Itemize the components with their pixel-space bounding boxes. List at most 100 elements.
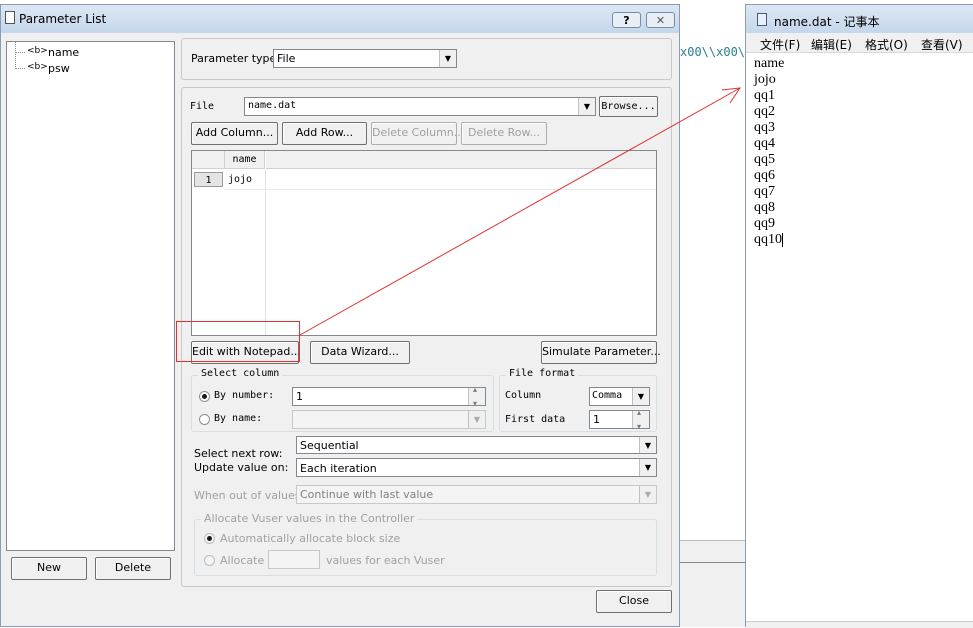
notepad-title: name.dat - 记事本 bbox=[774, 15, 880, 29]
help-icon: ? bbox=[623, 14, 630, 27]
chevron-down-icon: ▼ bbox=[439, 50, 456, 67]
out-of-values-label: When out of values: bbox=[194, 489, 305, 502]
dialog-close-button[interactable]: ✕ bbox=[646, 12, 675, 28]
auto-allocate-label: Automatically allocate block size bbox=[220, 532, 401, 545]
parameter-tree[interactable]: <b> name <b> psw bbox=[6, 41, 175, 551]
chevron-down-icon: ▼ bbox=[468, 411, 485, 428]
delete-button[interactable]: Delete bbox=[95, 557, 171, 580]
text-line: jojo bbox=[754, 72, 776, 87]
by-number-radio[interactable] bbox=[199, 391, 210, 402]
update-value-label: Update value on: bbox=[194, 461, 289, 474]
notepad-menu-bar: 文件(F) 编辑(E) 格式(O) 查看(V) bbox=[746, 33, 973, 53]
grid-header-rest bbox=[266, 151, 656, 169]
close-icon: ✕ bbox=[655, 14, 666, 27]
select-next-row-label: Select next row: bbox=[194, 447, 283, 460]
tree-item-label: psw bbox=[48, 62, 70, 75]
notepad-window: name.dat - 记事本 文件(F) 编辑(E) 格式(O) 查看(V) n… bbox=[745, 4, 973, 628]
by-name-label: By name: bbox=[214, 413, 263, 424]
by-name-select[interactable]: ▼ bbox=[292, 410, 486, 429]
file-format-title: File format bbox=[506, 368, 579, 379]
spinner-arrows[interactable] bbox=[632, 408, 649, 431]
delete-column-button[interactable]: Delete Column... bbox=[371, 122, 464, 145]
text-line: qq1 bbox=[754, 88, 775, 103]
dialog-title-bar: Parameter List ? ✕ bbox=[1, 5, 679, 33]
annotation-highlight-box bbox=[176, 321, 300, 362]
parameter-list-dialog: Parameter List ? ✕ <b> name <b> psw New … bbox=[0, 4, 680, 627]
notepad-app-icon bbox=[757, 13, 767, 26]
text-line: name bbox=[754, 56, 785, 71]
chevron-down-icon: ▼ bbox=[578, 98, 595, 115]
text-cursor bbox=[782, 232, 783, 247]
allocate-count-input[interactable] bbox=[268, 550, 320, 569]
update-value-select[interactable]: Each iteration ▼ bbox=[296, 458, 657, 477]
data-grid[interactable]: name 1 jojo bbox=[191, 150, 657, 336]
manual-allocate-label: Allocate bbox=[220, 554, 265, 567]
grid-cell[interactable]: jojo bbox=[228, 172, 252, 187]
select-next-row-select[interactable]: Sequential ▼ bbox=[296, 436, 657, 454]
grid-corner bbox=[192, 151, 225, 169]
menu-format[interactable]: 格式(O) bbox=[865, 36, 908, 53]
column-format-select[interactable]: Comma ▼ bbox=[589, 387, 650, 406]
by-number-label: By number: bbox=[214, 390, 275, 401]
file-path-select[interactable]: name.dat ▼ bbox=[244, 97, 596, 116]
spinner-arrows[interactable] bbox=[468, 385, 485, 408]
column-format-label: Column bbox=[505, 390, 542, 401]
text-line: qq10 bbox=[754, 232, 782, 247]
data-wizard-button[interactable]: Data Wizard... bbox=[310, 341, 410, 364]
tree-param-icon: <b> bbox=[27, 62, 48, 72]
text-line: qq7 bbox=[754, 184, 775, 199]
notepad-title-bar: name.dat - 记事本 bbox=[746, 5, 973, 33]
first-data-input[interactable]: 1 bbox=[589, 408, 650, 431]
first-data-label: First data bbox=[505, 414, 566, 425]
notepad-text-area[interactable]: name jojo qq1 qq2 qq3 qq4 qq5 qq6 qq7 qq… bbox=[754, 56, 972, 621]
by-name-radio[interactable] bbox=[199, 414, 210, 425]
file-format-group: File format Column Comma ▼ First data 1 bbox=[499, 368, 657, 432]
tree-item-label: name bbox=[48, 46, 80, 59]
text-line: qq6 bbox=[754, 168, 775, 183]
background-panel-edge bbox=[680, 540, 745, 627]
new-button[interactable]: New bbox=[11, 557, 87, 580]
dialog-title: Parameter List bbox=[19, 12, 107, 26]
chevron-down-icon: ▼ bbox=[632, 388, 649, 405]
tree-param-icon: <b> bbox=[27, 46, 48, 56]
chevron-down-icon: ▼ bbox=[639, 486, 656, 503]
grid-column-divider bbox=[265, 169, 266, 335]
dialog-app-icon bbox=[5, 11, 15, 24]
text-line: qq8 bbox=[754, 200, 775, 215]
add-row-button[interactable]: Add Row... bbox=[282, 122, 367, 145]
param-type-label: Parameter type: bbox=[191, 52, 281, 65]
text-line: qq5 bbox=[754, 152, 775, 167]
chevron-down-icon: ▼ bbox=[639, 437, 656, 453]
allocate-title: Allocate Vuser values in the Controller bbox=[201, 512, 418, 525]
text-line: qq2 bbox=[754, 104, 775, 119]
background-code-text: x00\\x00\ bbox=[680, 45, 746, 59]
text-line: qq9 bbox=[754, 216, 775, 231]
grid-row-number[interactable]: 1 bbox=[194, 172, 223, 187]
close-button[interactable]: Close bbox=[596, 590, 672, 613]
tree-connector bbox=[15, 52, 25, 69]
chevron-down-icon: ▼ bbox=[639, 459, 656, 476]
param-type-select[interactable]: File ▼ bbox=[273, 49, 457, 68]
delete-row-button[interactable]: Delete Row... bbox=[461, 122, 547, 145]
browse-button[interactable]: Browse... bbox=[599, 96, 658, 117]
background-panel-line bbox=[680, 562, 745, 563]
text-line: qq3 bbox=[754, 120, 775, 135]
select-column-title: Select column bbox=[198, 368, 283, 379]
help-button[interactable]: ? bbox=[612, 12, 641, 28]
text-line: qq4 bbox=[754, 136, 775, 151]
grid-row-line bbox=[225, 189, 656, 190]
grid-column-header[interactable]: name bbox=[225, 151, 265, 169]
menu-view[interactable]: 查看(V) bbox=[921, 36, 963, 53]
menu-edit[interactable]: 编辑(E) bbox=[811, 36, 852, 53]
select-column-group: Select column By number: 1 By name: ▼ bbox=[191, 368, 494, 432]
by-number-input[interactable]: 1 bbox=[292, 385, 486, 408]
simulate-parameter-button[interactable]: Simulate Parameter... bbox=[541, 341, 661, 364]
menu-file[interactable]: 文件(F) bbox=[760, 36, 800, 53]
add-column-button[interactable]: Add Column... bbox=[191, 122, 278, 145]
allocate-group: Allocate Vuser values in the Controller … bbox=[194, 512, 657, 576]
manual-allocate-radio[interactable] bbox=[204, 555, 215, 566]
file-label: File bbox=[190, 101, 215, 112]
auto-allocate-radio[interactable] bbox=[204, 533, 215, 544]
param-type-group: Parameter type: File ▼ bbox=[181, 38, 672, 80]
out-of-values-select[interactable]: Continue with last value ▼ bbox=[296, 485, 657, 504]
